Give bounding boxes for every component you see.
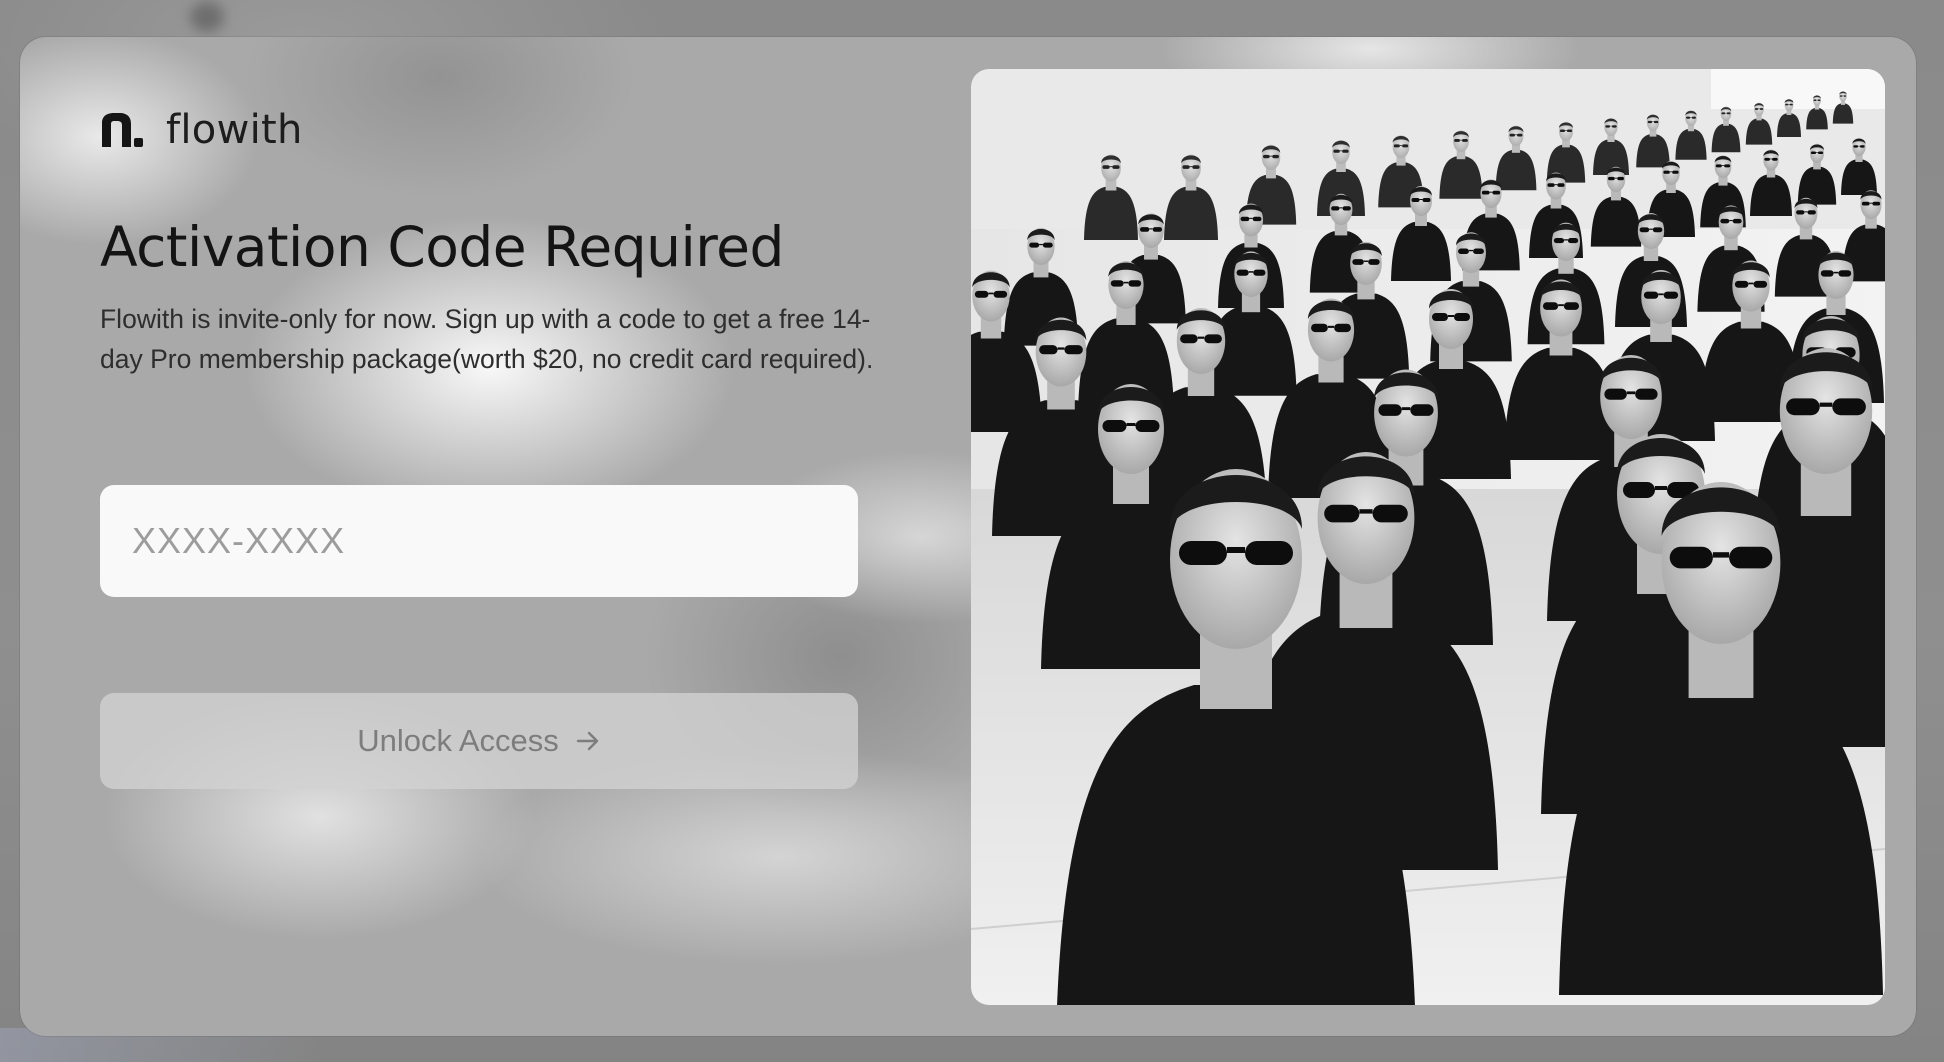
arrow-right-icon [576,731,598,751]
activation-dialog: flowith Activation Code Required Flowith… [20,37,1916,1036]
unlock-access-button[interactable]: Unlock Access [100,693,858,789]
brand-name: flowith [166,107,303,153]
crowd-of-agents-illustration [971,69,1885,1005]
unlock-access-label: Unlock Access [357,723,559,758]
brand: flowith [100,110,303,150]
dialog-title: Activation Code Required [100,215,784,279]
activation-code-input[interactable] [100,485,858,597]
dialog-description: Flowith is invite-only for now. Sign up … [100,304,874,374]
hero-image [971,69,1885,1005]
activation-form-panel: flowith Activation Code Required Flowith… [100,37,880,1036]
flowith-logo-icon [102,113,143,147]
backdrop-blur-spot [190,2,224,32]
